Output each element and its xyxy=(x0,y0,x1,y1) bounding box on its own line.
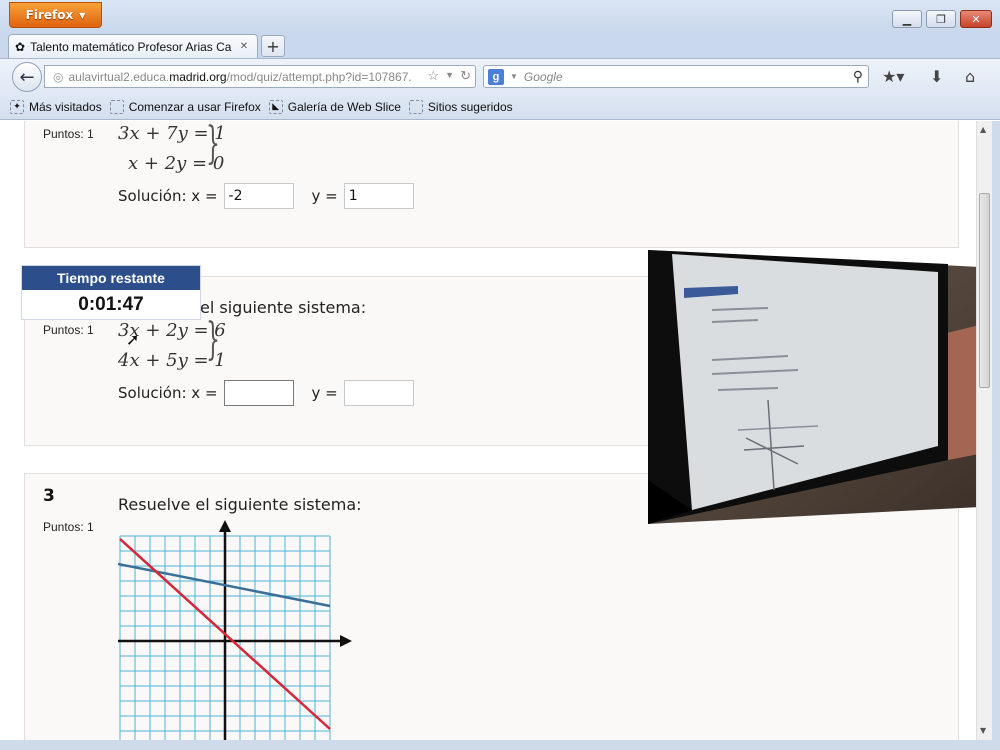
search-icon[interactable]: ⚲ xyxy=(853,68,863,85)
bookmark-item[interactable]: Comenzar a usar Firefox xyxy=(109,99,261,114)
firefox-menu-label: Firefox xyxy=(25,8,74,22)
y-label: y = xyxy=(311,384,338,402)
bookmarks-menu-icon[interactable]: ★▾ xyxy=(882,67,904,86)
firefox-menu-button[interactable]: Firefox ▼ xyxy=(9,2,102,28)
scroll-down-icon[interactable]: ▼ xyxy=(980,726,986,735)
vertical-scrollbar[interactable]: ▲ ▼ xyxy=(976,121,992,740)
solution-row: Solución: x = y = xyxy=(118,380,414,406)
bookmark-label: Sitios sugeridos xyxy=(427,99,513,114)
address-bar[interactable]: ◎ aulavirtual2.educa. madrid.org/mod/quiz… xyxy=(44,65,476,88)
question-points: Puntos: 1 xyxy=(43,520,94,534)
x-axis-arrow-icon xyxy=(340,635,352,647)
google-icon[interactable]: g xyxy=(488,68,504,85)
history-dropdown-icon[interactable]: ▼ xyxy=(445,68,454,84)
close-tab-icon[interactable]: ✕ xyxy=(237,40,251,54)
url-prefix: aulavirtual2.educa. xyxy=(68,69,170,84)
minimize-icon[interactable]: ▁ xyxy=(892,10,922,28)
bookmark-label: Comenzar a usar Firefox xyxy=(128,99,261,114)
favicon-icon: ✿ xyxy=(15,39,26,54)
system-graph xyxy=(118,520,352,742)
search-engine-dropdown-icon[interactable]: ▼ xyxy=(510,72,518,81)
system-brace: } xyxy=(206,118,220,169)
y-axis-arrow-icon xyxy=(219,520,231,532)
window-controls: ▁ ❐ ✕ xyxy=(892,10,992,28)
solution-row: Solución: x = y = xyxy=(118,183,414,209)
tab-active[interactable]: ✿ Talento matemático Profesor Arias Cabe… xyxy=(8,34,258,58)
reload-icon[interactable]: ↻ xyxy=(460,68,471,84)
back-arrow-icon[interactable]: ← xyxy=(12,62,42,92)
timer-value: 0:01:47 xyxy=(78,294,144,315)
page-icon xyxy=(408,99,423,114)
question-number: 3 xyxy=(43,486,55,506)
search-placeholder: Google xyxy=(523,69,563,84)
solution-label: Solución: x = xyxy=(118,187,218,205)
question-statement: el siguiente sistema: xyxy=(200,298,367,317)
new-tab-button[interactable]: + xyxy=(261,35,285,57)
solution-label: Solución: x = xyxy=(118,384,218,402)
question-points: Puntos: 1 xyxy=(43,127,94,141)
url-domain: madrid.org xyxy=(169,69,227,84)
bookmarks-toolbar: ✦ Más visitados Comenzar a usar Firefox ◣… xyxy=(0,94,1000,120)
maximize-icon[interactable]: ❐ xyxy=(926,10,956,28)
bookmark-label: Galería de Web Slice xyxy=(287,99,401,114)
bookmark-label: Más visitados xyxy=(29,99,102,114)
globe-icon: ◎ xyxy=(53,69,64,84)
mouse-cursor-icon: ➚ xyxy=(126,330,140,349)
tab-bar: ✿ Talento matemático Profesor Arias Cabe… xyxy=(0,32,1000,58)
question-points: Puntos: 1 xyxy=(43,323,94,337)
title-bar: Firefox ▼ ▁ ❐ ✕ xyxy=(0,0,1000,32)
x-answer-input[interactable] xyxy=(223,183,294,209)
web-slice-icon: ◣ xyxy=(268,99,283,114)
bookmark-item[interactable]: Sitios sugeridos xyxy=(408,99,513,114)
y-answer-input[interactable] xyxy=(343,380,414,406)
url-path: /mod/quiz/attempt.php?id=107867. xyxy=(226,69,412,84)
tab-title: Talento matemático Profesor Arias Cabe..… xyxy=(30,39,232,54)
window-border xyxy=(0,740,992,750)
bookmark-item[interactable]: ◣ Galería de Web Slice xyxy=(268,99,401,114)
close-window-icon[interactable]: ✕ xyxy=(960,10,992,28)
system-brace: } xyxy=(206,314,220,365)
scroll-thumb[interactable] xyxy=(979,193,990,388)
most-visited-icon: ✦ xyxy=(10,99,24,114)
y-answer-input[interactable] xyxy=(343,183,414,209)
scroll-up-icon[interactable]: ▲ xyxy=(980,125,986,134)
time-remaining-box: Tiempo restante 0:01:47 xyxy=(21,265,201,320)
timer-title: Tiempo restante xyxy=(22,266,200,290)
dropdown-arrow-icon: ▼ xyxy=(79,10,86,20)
home-icon[interactable]: ⌂ xyxy=(965,67,975,86)
webcam-overlay xyxy=(648,250,1000,524)
window-border xyxy=(992,121,1000,750)
navigation-bar: ← ◎ aulavirtual2.educa. madrid.org/mod/qu… xyxy=(0,58,1000,94)
search-input[interactable]: g ▼ Google ⚲ xyxy=(483,65,869,88)
y-label: y = xyxy=(311,187,338,205)
downloads-icon[interactable]: ⬇ xyxy=(930,67,943,86)
bookmark-item[interactable]: ✦ Más visitados xyxy=(10,99,102,114)
page-icon xyxy=(109,99,124,114)
x-answer-input[interactable] xyxy=(223,380,294,406)
question-statement: Resuelve el siguiente sistema: xyxy=(118,495,362,514)
bookmark-star-icon[interactable]: ☆ xyxy=(428,68,440,84)
